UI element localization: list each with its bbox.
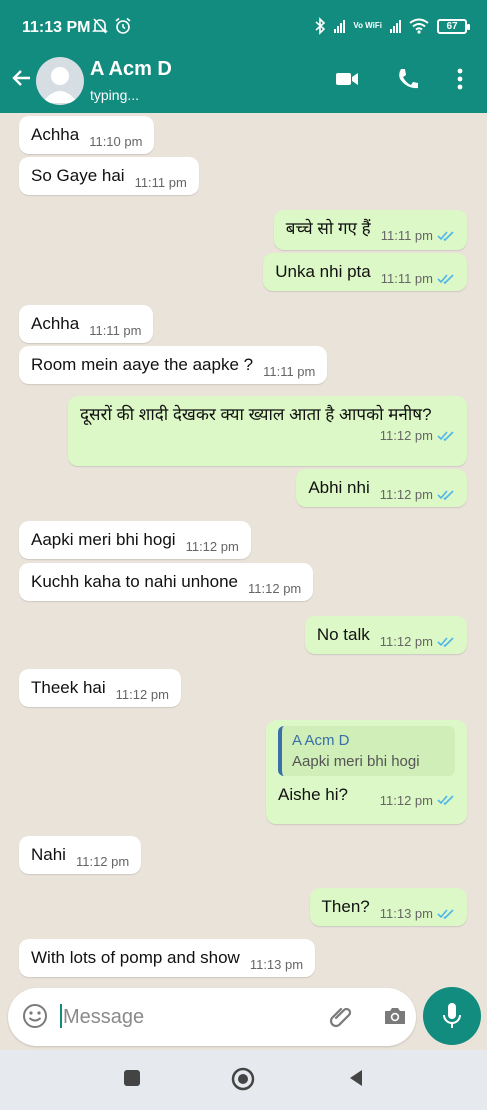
contact-name[interactable]: A Acm D — [90, 58, 172, 81]
incoming-message[interactable]: Room mein aaye the aapke ? 11:11 pm — [19, 346, 328, 384]
outgoing-reply-message[interactable]: A Acm D Aapki meri bhi hogi Aishe hi? 11… — [266, 720, 467, 824]
back-arrow-icon[interactable] — [10, 66, 34, 90]
mic-button[interactable] — [423, 987, 481, 1045]
incoming-message[interactable]: Aapki meri bhi hogi 11:12 pm — [19, 521, 251, 559]
chat-header: A Acm D typing... — [0, 52, 487, 112]
battery-indicator: 67 — [437, 18, 470, 34]
status-bar: 11:13 PM Vo WiFi 67 — [0, 0, 487, 54]
alarm-icon — [115, 17, 131, 34]
signal-strength-icon-2 — [390, 19, 401, 33]
recents-icon[interactable] — [122, 1068, 142, 1088]
message-input[interactable]: Message — [60, 1004, 144, 1029]
attach-icon[interactable] — [328, 1003, 354, 1029]
more-options-icon[interactable] — [447, 66, 473, 92]
read-receipt-icon — [437, 636, 454, 647]
outgoing-message[interactable]: No talk 11:12 pm — [304, 616, 467, 654]
incoming-message[interactable]: Achha 11:11 pm — [19, 305, 154, 343]
incoming-message[interactable]: So Gaye hai 11:11 pm — [19, 157, 199, 195]
contact-status: typing... — [90, 87, 140, 103]
notifications-muted-icon — [92, 18, 108, 34]
incoming-message[interactable]: Kuchh kaha to nahi unhone 11:12 pm — [19, 563, 314, 601]
mic-icon — [443, 1003, 461, 1028]
home-icon[interactable] — [231, 1067, 255, 1091]
incoming-message[interactable]: With lots of pomp and show 11:13 pm — [19, 939, 316, 977]
camera-icon[interactable] — [382, 1003, 408, 1029]
incoming-message[interactable]: Nahi 11:12 pm — [19, 836, 142, 874]
app-header: 11:13 PM Vo WiFi 67 A Acm D typing... — [0, 0, 487, 113]
outgoing-message[interactable]: दूसरों की शादी देखकर क्या ख्याल आता है आ… — [68, 396, 467, 466]
system-nav-bar — [0, 1050, 487, 1110]
bluetooth-icon — [315, 17, 326, 35]
voice-call-icon[interactable] — [395, 66, 421, 92]
default-avatar-icon — [42, 67, 78, 103]
read-receipt-icon — [437, 795, 454, 805]
outgoing-message[interactable]: Unka nhi pta 11:11 pm — [263, 253, 467, 291]
read-receipt-icon — [437, 230, 454, 241]
contact-avatar[interactable] — [36, 57, 84, 105]
incoming-message[interactable]: Theek hai 11:12 pm — [19, 669, 181, 707]
read-receipt-icon — [437, 273, 454, 284]
emoji-icon[interactable] — [22, 1003, 48, 1029]
read-receipt-icon — [437, 908, 454, 919]
quoted-text: Aapki meri bhi hogi — [292, 753, 420, 770]
outgoing-message[interactable]: Abhi nhi 11:12 pm — [296, 469, 467, 507]
incoming-message[interactable]: Achha 11:10 pm — [19, 116, 155, 154]
quoted-message[interactable]: A Acm D Aapki meri bhi hogi — [278, 726, 455, 776]
outgoing-message[interactable]: बच्चे सो गए हैं 11:11 pm — [273, 210, 467, 250]
quoted-sender: A Acm D — [292, 732, 350, 749]
status-time: 11:13 PM — [22, 19, 91, 36]
message-composer[interactable]: Message — [8, 988, 416, 1046]
read-receipt-icon — [437, 489, 454, 500]
wifi-icon — [409, 18, 429, 34]
back-nav-icon[interactable] — [346, 1068, 366, 1088]
read-receipt-icon — [437, 430, 454, 441]
outgoing-message[interactable]: Then? 11:13 pm — [309, 888, 467, 926]
video-call-icon[interactable] — [334, 66, 360, 92]
signal-strength-icon — [334, 19, 346, 33]
message-list[interactable]: Achha 11:10 pm So Gaye hai 11:11 pm बच्चे … — [0, 113, 487, 983]
vowifi-label: Vo WiFi — [353, 21, 382, 30]
